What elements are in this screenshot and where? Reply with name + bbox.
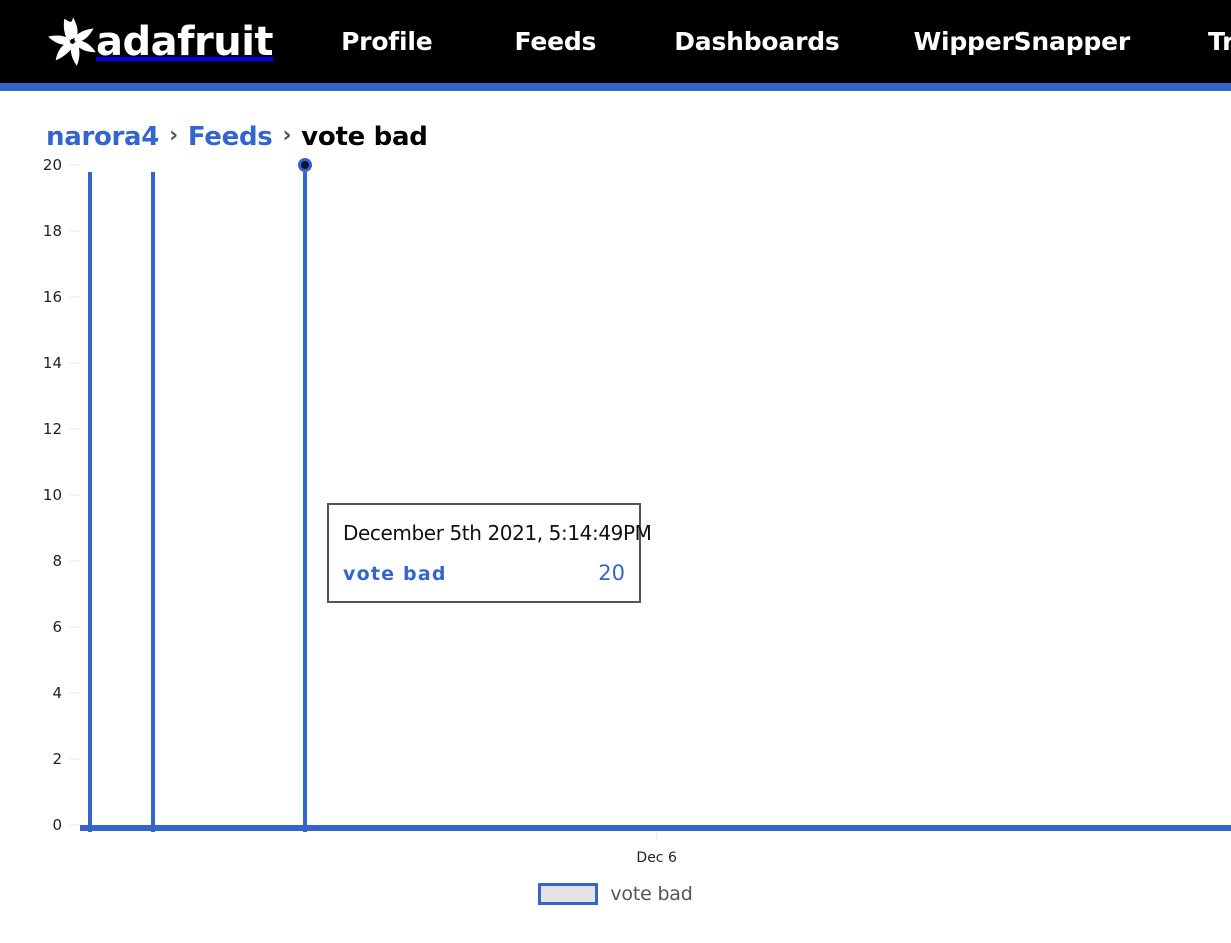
y-axis-tick-label: 2 bbox=[52, 750, 62, 768]
tooltip-value: 20 bbox=[598, 561, 625, 585]
y-axis-tick-mark bbox=[68, 693, 80, 694]
nav-links: Profile Feeds Dashboards WipperSnapper T… bbox=[341, 27, 1231, 56]
chart-x-axis: Dec 6 bbox=[80, 832, 1231, 872]
chart-x-axis-line bbox=[80, 825, 1231, 831]
feed-chart: 0 2 4 6 8 10 12 14 16 18 20 Dec 6 December 5th 202… bbox=[0, 165, 1231, 943]
legend-item-vote-bad[interactable]: vote bad bbox=[538, 883, 692, 905]
y-axis-tick-mark bbox=[68, 297, 80, 298]
nav-link-feeds[interactable]: Feeds bbox=[514, 27, 596, 56]
breadcrumb-item-current: vote bad bbox=[301, 122, 427, 152]
y-axis-tick-mark bbox=[68, 561, 80, 562]
tooltip-row: vote bad 20 bbox=[343, 561, 625, 585]
brand-home-link[interactable]: adafruit bbox=[44, 14, 273, 70]
chart-bar[interactable] bbox=[88, 172, 92, 832]
chart-legend: vote bad bbox=[0, 883, 1231, 905]
chevron-right-icon: › bbox=[282, 125, 291, 147]
tooltip-date: December 5th 2021, 5:14:49PM bbox=[343, 521, 625, 545]
y-axis-tick-mark bbox=[68, 627, 80, 628]
y-axis-tick-label: 4 bbox=[52, 684, 62, 702]
breadcrumb-item-feeds[interactable]: Feeds bbox=[188, 122, 273, 152]
y-axis-tick-mark bbox=[68, 429, 80, 430]
legend-swatch-icon bbox=[538, 883, 598, 905]
breadcrumb: narora4 › Feeds › vote bad bbox=[46, 122, 428, 152]
x-axis-tick-mark bbox=[656, 832, 657, 839]
chart-bar[interactable] bbox=[151, 172, 155, 832]
x-axis-tick-label: Dec 6 bbox=[636, 850, 676, 866]
chart-tooltip: December 5th 2021, 5:14:49PM vote bad 20 bbox=[327, 503, 641, 603]
nav-link-triggers[interactable]: Triggers bbox=[1208, 27, 1231, 56]
y-axis-tick-mark bbox=[68, 363, 80, 364]
y-axis-tick-label: 18 bbox=[43, 222, 62, 240]
nav-link-profile[interactable]: Profile bbox=[341, 27, 432, 56]
legend-label: vote bad bbox=[610, 883, 692, 905]
y-axis-tick-label: 8 bbox=[52, 552, 62, 570]
y-axis-tick-label: 12 bbox=[43, 420, 62, 438]
chart-bar[interactable] bbox=[303, 172, 307, 832]
y-axis-tick-mark bbox=[68, 825, 80, 826]
chevron-right-icon: › bbox=[169, 125, 178, 147]
y-axis-tick-label: 16 bbox=[43, 288, 62, 306]
y-axis-tick-mark bbox=[68, 165, 80, 166]
chart-hover-marker[interactable] bbox=[298, 158, 312, 172]
y-axis-tick-mark bbox=[68, 495, 80, 496]
top-navbar: adafruit Profile Feeds Dashboards Wipper… bbox=[0, 0, 1231, 91]
chart-plot-area[interactable] bbox=[80, 165, 1231, 832]
brand-name: adafruit bbox=[96, 22, 273, 62]
nav-link-dashboards[interactable]: Dashboards bbox=[674, 27, 839, 56]
y-axis-tick-mark bbox=[68, 231, 80, 232]
y-axis-tick-label: 0 bbox=[52, 816, 62, 834]
adafruit-flower-logo-icon bbox=[44, 15, 96, 69]
y-axis-tick-label: 14 bbox=[43, 354, 62, 372]
y-axis-tick-label: 6 bbox=[52, 618, 62, 636]
y-axis-tick-label: 10 bbox=[43, 486, 62, 504]
y-axis-tick-mark bbox=[68, 759, 80, 760]
chart-y-axis: 02468101214161820 bbox=[0, 165, 76, 830]
tooltip-series-label: vote bad bbox=[343, 563, 447, 585]
y-axis-tick-label: 20 bbox=[43, 156, 62, 174]
breadcrumb-item-narora4[interactable]: narora4 bbox=[46, 122, 159, 152]
nav-link-wippersnapper[interactable]: WipperSnapper bbox=[914, 27, 1130, 56]
